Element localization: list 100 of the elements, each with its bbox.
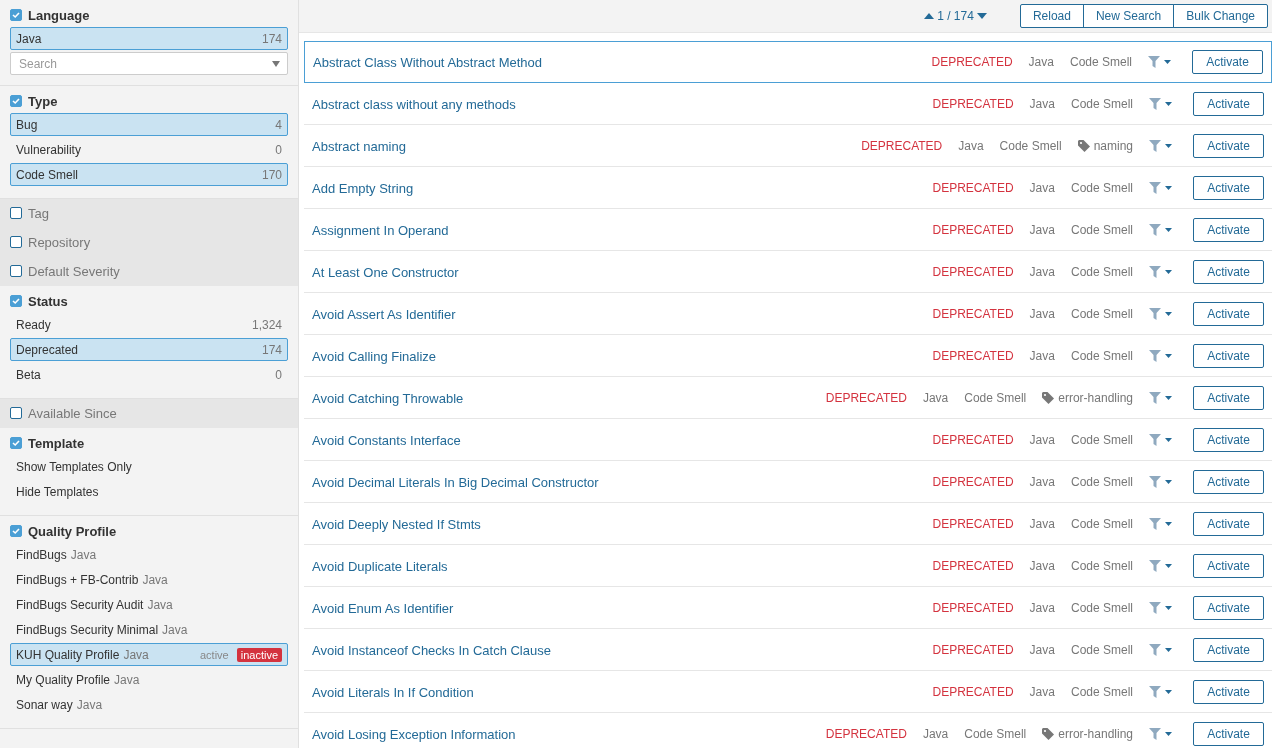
activate-button[interactable]: Activate (1193, 722, 1264, 746)
rule-title[interactable]: Avoid Assert As Identifier (312, 306, 933, 322)
checkbox[interactable] (10, 295, 22, 307)
rule-row[interactable]: At Least One Constructor DEPRECATED Java Code Smell Activate (304, 251, 1272, 293)
rule-title[interactable]: Avoid Decimal Literals In Big Decimal Constructor (312, 474, 933, 490)
facet-item[interactable]: FindBugs + FB-Contrib Java (10, 568, 288, 591)
down-arrow-icon[interactable] (976, 13, 987, 19)
rule-row[interactable]: Avoid Instanceof Checks In Catch Clause DEPRECATED Java Code Smell Activate (304, 629, 1272, 671)
activate-button[interactable]: Activate (1193, 302, 1264, 326)
facet-item[interactable]: KUH Quality Profile Java active inactive (10, 643, 288, 666)
checkbox[interactable] (10, 265, 22, 277)
rule-title[interactable]: Add Empty String (312, 180, 933, 196)
activate-button[interactable]: Activate (1193, 680, 1264, 704)
rule-row[interactable]: Avoid Enum As Identifier DEPRECATED Java Code Smell Activate (304, 587, 1272, 629)
facet-title[interactable]: Default Severity (28, 263, 120, 279)
facet-item[interactable]: Sonar way Java (10, 693, 288, 716)
activate-button[interactable]: Activate (1193, 92, 1264, 116)
rule-row[interactable]: Avoid Assert As Identifier DEPRECATED Java Code Smell Activate (304, 293, 1272, 335)
rule-row[interactable]: Avoid Duplicate Literals DEPRECATED Java Code Smell Activate (304, 545, 1272, 587)
facet-item[interactable]: Vulnerability 0 (10, 138, 288, 161)
rule-title[interactable]: Assignment In Operand (312, 222, 933, 238)
rule-title[interactable]: Avoid Losing Exception Information (312, 726, 826, 742)
filter-icon[interactable] (1149, 350, 1173, 362)
rule-row[interactable]: Abstract class without any methods DEPRECATED Java Code Smell Activate (304, 83, 1272, 125)
facet-item[interactable]: Ready 1,324 (10, 313, 288, 336)
rule-row[interactable]: Assignment In Operand DEPRECATED Java Code Smell Activate (304, 209, 1272, 251)
facet-item[interactable]: FindBugs Java (10, 543, 288, 566)
rule-title[interactable]: Avoid Catching Throwable (312, 390, 826, 406)
toolbar-button[interactable]: Bulk Change (1173, 4, 1268, 28)
rule-title[interactable]: Avoid Duplicate Literals (312, 558, 933, 574)
activate-button[interactable]: Activate (1193, 638, 1264, 662)
rule-title[interactable]: Abstract Class Without Abstract Method (313, 54, 932, 70)
activate-button[interactable]: Activate (1193, 260, 1264, 284)
rule-title[interactable]: Avoid Literals In If Condition (312, 684, 933, 700)
rule-row[interactable]: Avoid Catching Throwable DEPRECATED Java Code Smell error-handling Activate (304, 377, 1272, 419)
rule-title[interactable]: Avoid Calling Finalize (312, 348, 933, 364)
toggle-option[interactable]: inactive (236, 647, 282, 662)
filter-icon[interactable] (1149, 308, 1173, 320)
facet-title[interactable]: Language (28, 7, 90, 23)
checkbox[interactable] (10, 236, 22, 248)
facet-item[interactable]: FindBugs Security Audit Java (10, 593, 288, 616)
filter-icon[interactable] (1149, 98, 1173, 110)
toolbar-button[interactable]: New Search (1082, 4, 1175, 28)
rule-row[interactable]: Abstract naming DEPRECATED Java Code Smell naming Activate (304, 125, 1272, 167)
checkbox[interactable] (10, 9, 22, 21)
rule-title[interactable]: At Least One Constructor (312, 264, 933, 280)
checkbox[interactable] (10, 407, 22, 419)
rule-row[interactable]: Avoid Decimal Literals In Big Decimal Constructor DEPRECATED Java Code Smell Activate (304, 461, 1272, 503)
checkbox[interactable] (10, 207, 22, 219)
checkbox[interactable] (10, 525, 22, 537)
activate-button[interactable]: Activate (1193, 218, 1264, 242)
activate-button[interactable]: Activate (1193, 134, 1264, 158)
facet-item[interactable]: Hide Templates (10, 480, 288, 503)
filter-icon[interactable] (1149, 140, 1173, 152)
rule-row[interactable]: Avoid Losing Exception Information DEPRECATED Java Code Smell error-handling Activate (304, 713, 1272, 748)
up-arrow-icon[interactable] (924, 13, 935, 19)
search-field[interactable]: Search (10, 52, 288, 75)
filter-icon[interactable] (1149, 560, 1173, 572)
filter-icon[interactable] (1149, 602, 1173, 614)
activate-button[interactable]: Activate (1192, 50, 1263, 74)
rule-row[interactable]: Avoid Constants Interface DEPRECATED Java Code Smell Activate (304, 419, 1272, 461)
facet-item[interactable]: Code Smell 170 (10, 163, 288, 186)
rule-title[interactable]: Avoid Deeply Nested If Stmts (312, 516, 933, 532)
filter-icon[interactable] (1149, 728, 1173, 740)
activate-button[interactable]: Activate (1193, 386, 1264, 410)
filter-icon[interactable] (1149, 224, 1173, 236)
facet-item[interactable]: FindBugs Security Minimal Java (10, 618, 288, 641)
filter-icon[interactable] (1149, 686, 1173, 698)
activate-button[interactable]: Activate (1193, 596, 1264, 620)
facet-title[interactable]: Repository (28, 234, 91, 250)
facet-item[interactable]: Bug 4 (10, 113, 288, 136)
activate-button[interactable]: Activate (1193, 344, 1264, 368)
toolbar-button[interactable]: Reload (1019, 4, 1084, 28)
activate-button[interactable]: Activate (1193, 554, 1264, 578)
filter-icon[interactable] (1149, 266, 1173, 278)
filter-icon[interactable] (1149, 182, 1173, 194)
rule-row[interactable]: Add Empty String DEPRECATED Java Code Smell Activate (304, 167, 1272, 209)
facet-item[interactable]: Deprecated 174 (10, 338, 288, 361)
activate-button[interactable]: Activate (1193, 428, 1264, 452)
rule-row[interactable]: Avoid Deeply Nested If Stmts DEPRECATED Java Code Smell Activate (304, 503, 1272, 545)
rule-row[interactable]: Avoid Literals In If Condition DEPRECATED Java Code Smell Activate (304, 671, 1272, 713)
rule-title[interactable]: Avoid Instanceof Checks In Catch Clause (312, 642, 933, 658)
filter-icon[interactable] (1149, 434, 1173, 446)
facet-title[interactable]: Template (28, 435, 85, 451)
facet-item[interactable]: My Quality Profile Java (10, 668, 288, 691)
facet-item[interactable]: Beta 0 (10, 363, 288, 386)
rule-title[interactable]: Abstract naming (312, 138, 862, 154)
activate-button[interactable]: Activate (1193, 470, 1264, 494)
activate-button[interactable]: Activate (1193, 176, 1264, 200)
facet-title[interactable]: Available Since (28, 405, 117, 421)
facet-title[interactable]: Quality Profile (28, 523, 117, 539)
facet-item[interactable]: Java 174 (10, 27, 288, 50)
rule-row[interactable]: Avoid Calling Finalize DEPRECATED Java Code Smell Activate (304, 335, 1272, 377)
facet-title[interactable]: Tag (28, 205, 49, 221)
filter-icon[interactable] (1149, 476, 1173, 488)
facet-item[interactable]: Show Templates Only (10, 455, 288, 478)
facet-title[interactable]: Status (28, 293, 68, 309)
checkbox[interactable] (10, 437, 22, 449)
rule-title[interactable]: Avoid Constants Interface (312, 432, 933, 448)
checkbox[interactable] (10, 95, 22, 107)
